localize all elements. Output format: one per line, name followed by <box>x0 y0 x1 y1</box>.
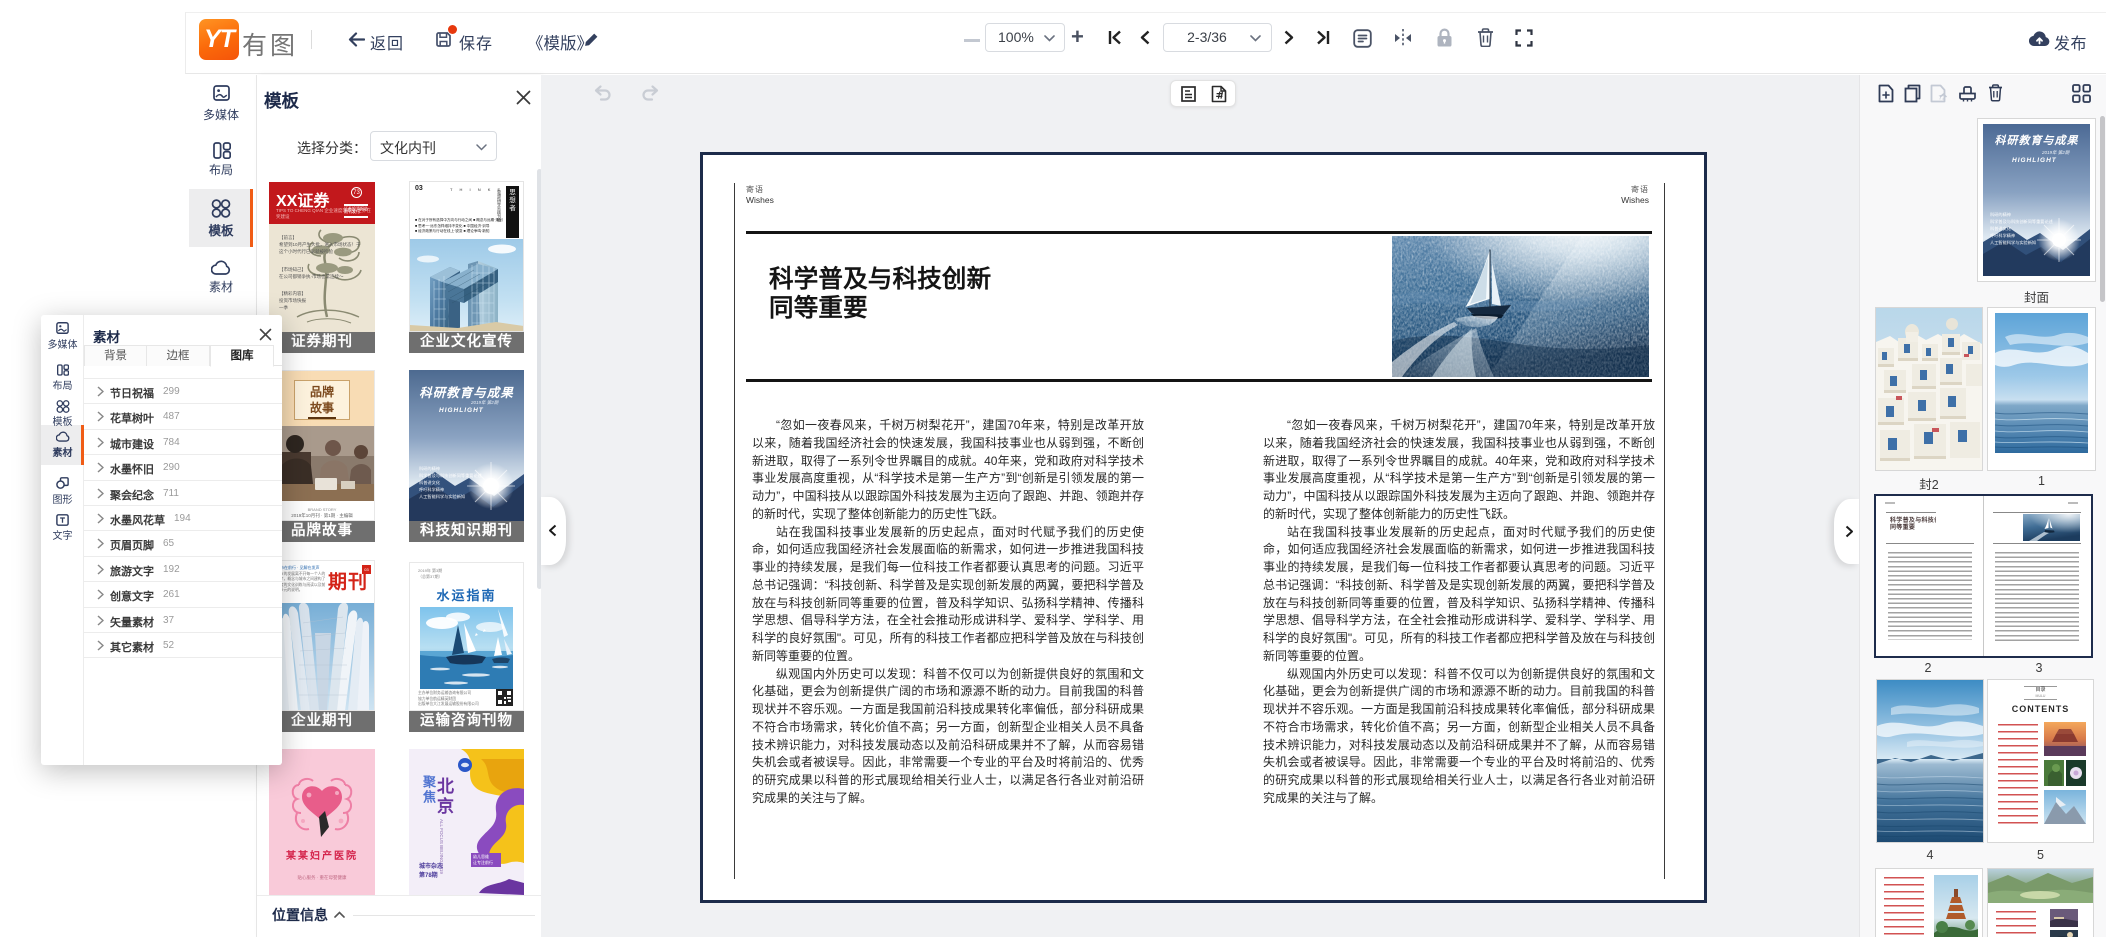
svg-text:72: 72 <box>1939 95 1947 102</box>
